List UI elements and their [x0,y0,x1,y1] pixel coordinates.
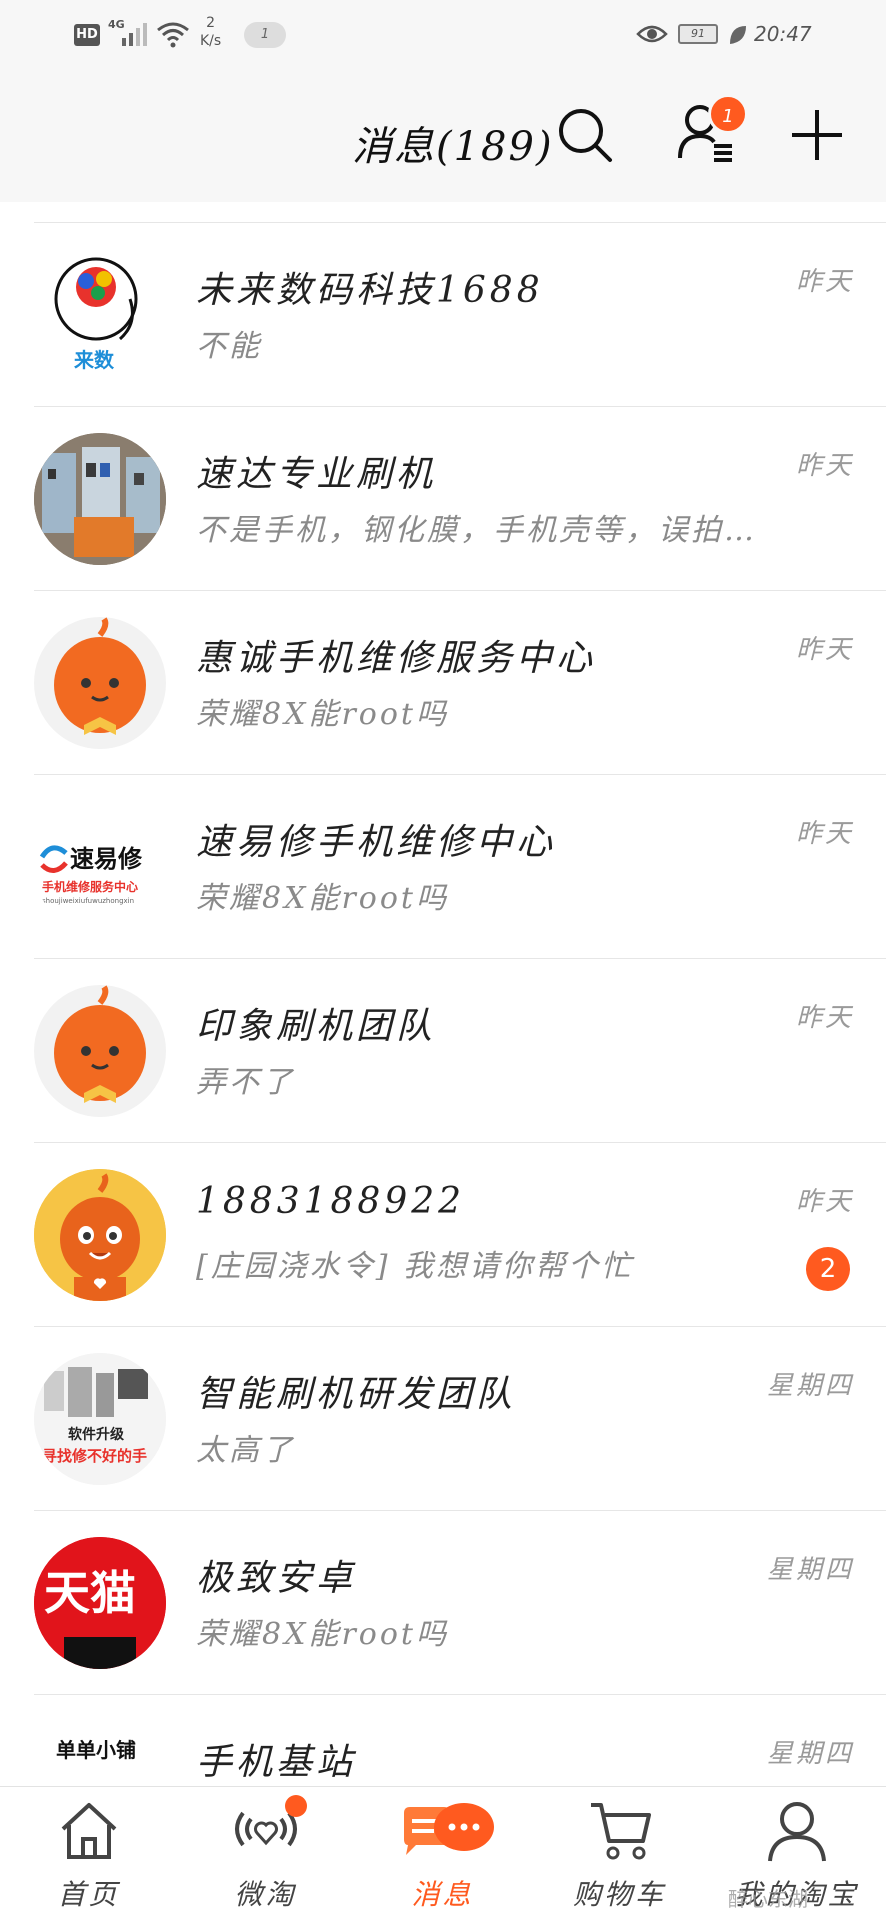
conversation-row[interactable]: 速达专业刷机 不是手机，钢化膜，手机壳等，误拍… 昨天 [34,406,886,590]
avatar: 来数 [34,249,166,381]
conversation-time: 星期四 [766,1739,854,1769]
notification-pill: 1 [244,22,286,48]
conversation-name: 1883188922 [196,1181,466,1222]
tmall-logo-icon: 天猫 [34,1537,166,1669]
tab-label: 首页 [57,1878,120,1911]
taobao-mascot-yellow-icon [34,1169,166,1301]
conversation-row[interactable]: 来数 未来数码科技1688 不能 昨天 [34,222,886,406]
conversation-time: 昨天 [795,451,854,481]
conversation-time: 昨天 [795,1003,854,1033]
conversation-time: 昨天 [795,635,854,665]
tab-weitao[interactable]: 微淘 [177,1787,354,1920]
avatar: 天猫 [34,1537,166,1669]
eye-comfort-icon [636,25,668,43]
conversation-preview: 荣耀8X能root吗 [196,697,449,732]
message-icon [404,1803,495,1855]
watermark-text: 醉心东湖 [728,1887,808,1911]
conversation-name: 速达专业刷机 [196,454,437,495]
avatar-brand-text: 天猫 [44,1566,136,1620]
conversation-list: 来数 未来数码科技1688 不能 昨天 速达专业刷机 不是手机，钢化膜，手机壳等… [0,222,886,1878]
wifi-icon [157,22,189,48]
conversation-row[interactable]: 速易修 手机维修服务中心 shoujiweixiufuwuzhongxin 速易… [34,774,886,958]
conversation-name: 惠诚手机维修服务中心 [196,638,597,679]
tab-label: 消息 [411,1878,474,1911]
conversation-row[interactable]: 惠诚手机维修服务中心 荣耀8X能root吗 昨天 [34,590,886,774]
weitao-notification-dot [285,1795,307,1817]
conversation-preview: 弄不了 [196,1065,295,1100]
conversation-preview: 太高了 [196,1433,295,1468]
battery-indicator: 91 [678,24,718,44]
avatar [34,617,166,749]
avatar-brand-text: 速易修 [70,845,143,873]
conversation-name: 未来数码科技1688 [196,270,544,311]
tab-label: 微淘 [234,1878,297,1911]
avatar-bottom-text: 寻找修不好的手 [42,1447,147,1465]
bottom-tab-bar: 首页 微淘 消息 购物车 我的淘宝 醉心东湖 [0,1786,886,1920]
conversation-row[interactable]: 1883188922 [庄园浇水令] 我想请你帮个忙 昨天 2 [34,1142,886,1326]
conversation-time: 昨天 [795,267,854,297]
conversation-time: 昨天 [795,1187,854,1217]
taobao-mascot-icon [54,617,146,735]
avatar: 速易修 手机维修服务中心 shoujiweixiufuwuzhongxin [34,801,166,933]
hd-indicator: HD [74,24,100,46]
clock: 20:47 [754,22,812,46]
tab-messages[interactable]: 消息 [354,1787,531,1920]
avatar-brand-text: 单单小铺 [56,1738,136,1762]
shuaji-text-logo-icon: 软件升级 寻找修不好的手 [34,1353,166,1485]
conversation-row[interactable]: 天猫 极致安卓 荣耀8X能root吗 星期四 [34,1510,886,1694]
avatar [34,985,166,1117]
unread-badge: 2 [806,1247,850,1291]
tab-cart[interactable]: 购物车 [531,1787,708,1920]
tab-home[interactable]: 首页 [0,1787,177,1920]
profile-icon [767,1802,826,1862]
conversation-name: 速易修手机维修中心 [196,822,557,863]
home-icon [61,1803,116,1859]
conversation-time: 星期四 [766,1371,854,1401]
avatar [34,433,166,565]
status-bar: HD 4G 2 K/s 1 91 20:47 [0,0,886,74]
taobao-mascot-icon [54,985,146,1103]
suyixiu-logo-icon: 速易修 手机维修服务中心 shoujiweixiufuwuzhongxin [39,845,143,905]
shop-photo-icon [34,433,166,565]
conversation-preview: [庄园浇水令] 我想请你帮个忙 [196,1249,634,1284]
conversation-name: 手机基站 [196,1742,357,1783]
avatar: 软件升级 寻找修不好的手 [34,1353,166,1485]
power-saving-leaf-icon [730,26,746,44]
conversation-time: 昨天 [795,819,854,849]
avatar-text: 来数 [73,348,115,372]
speed-unit: K/s [200,33,222,49]
avatar-top-text: 软件升级 [68,1426,125,1443]
conversation-name: 印象刷机团队 [196,1006,437,1047]
conversation-name: 智能刷机研发团队 [196,1374,517,1415]
conversation-preview: 不能 [196,329,262,364]
signal-icon [122,23,147,46]
conversation-row[interactable]: 软件升级 寻找修不好的手 智能刷机研发团队 太高了 星期四 [34,1326,886,1510]
message-header: 消息(189) 1 [0,74,886,202]
avatar [34,1169,166,1301]
conversation-preview: 荣耀8X能root吗 [196,1617,449,1652]
cart-icon [590,1803,651,1860]
conversation-preview: 荣耀8X能root吗 [196,881,449,916]
conversation-name: 极致安卓 [196,1558,357,1599]
tab-label: 购物车 [572,1878,666,1911]
search-icon[interactable] [556,106,614,164]
contacts-badge: 1 [708,94,748,134]
avatar-pinyin-text: shoujiweixiufuwuzhongxin [42,897,134,905]
conversation-preview: 不是手机，钢化膜，手机壳等，误拍… [196,513,757,548]
speed-value: 2 [206,15,216,31]
avatar-sub-text: 手机维修服务中心 [42,879,138,894]
page-title: 消息(189) [352,124,554,170]
add-icon[interactable] [790,108,844,162]
weilai-logo-icon: 来数 [54,257,138,372]
conversation-row[interactable]: 印象刷机团队 弄不了 昨天 [34,958,886,1142]
network-speed: 2 K/s [200,14,221,50]
conversation-time: 星期四 [766,1555,854,1585]
